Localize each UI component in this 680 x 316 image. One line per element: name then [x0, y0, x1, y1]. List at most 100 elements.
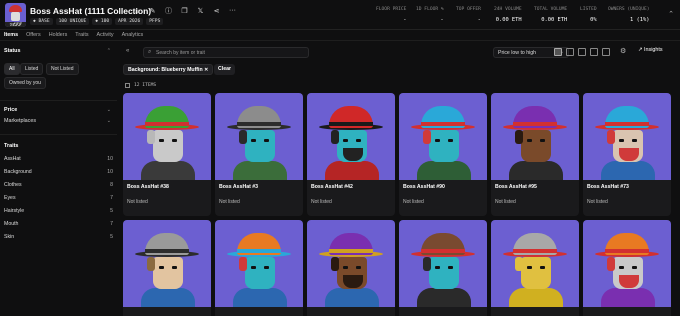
item-image[interactable]: [399, 93, 487, 180]
chevron-up-icon[interactable]: ⌃: [668, 10, 674, 18]
status-not-listed-button[interactable]: Not Listed: [46, 63, 79, 75]
more-icon[interactable]: ···: [228, 6, 237, 15]
stat-listed: LISTED 0%: [580, 7, 597, 23]
chevron-down-icon[interactable]: ⌄: [107, 107, 111, 113]
item-card[interactable]: Boss AssHat #90 Not listed: [399, 93, 487, 216]
status-all-button[interactable]: All: [4, 63, 20, 75]
item-name[interactable]: Boss AssHat #90: [403, 184, 445, 190]
trait-row-eyes[interactable]: Eyes 7: [4, 195, 113, 201]
items-count: 12 ITEMS: [125, 83, 156, 88]
header-right-controls: ⌃: [668, 10, 674, 18]
trait-row-asshat[interactable]: AssHat 10: [4, 156, 113, 162]
supply-chip: ◆ 100: [92, 18, 113, 25]
collection-chips: ◆ BASE 100 UNIQUE ◆ 100 APR 2026 PFPS: [30, 18, 164, 25]
trait-row-mouth[interactable]: Mouth 7: [4, 221, 113, 227]
item-name[interactable]: Boss AssHat #38: [127, 184, 169, 190]
header-actions: ☆ ✎ ⓘ ❐ 𝕏 ⋖ ···: [132, 6, 237, 15]
item-card[interactable]: [399, 220, 487, 316]
search-icon: ⌕: [148, 49, 152, 55]
trait-row-skin[interactable]: Skin 5: [4, 234, 113, 240]
settings-gear-icon[interactable]: ⚙: [620, 47, 626, 55]
insights-button[interactable]: ↗ Insights: [638, 47, 663, 53]
select-all-checkbox[interactable]: [125, 83, 130, 88]
search-box[interactable]: ⌕: [143, 47, 309, 58]
collapse-sidebar-icon[interactable]: «: [126, 48, 129, 54]
clear-filters-button[interactable]: Clear: [214, 64, 235, 75]
stat-total-volume: TOTAL VOLUME 0.00 ETH: [534, 7, 568, 23]
item-card[interactable]: [583, 220, 671, 316]
item-image[interactable]: [123, 220, 211, 307]
table-view-icon[interactable]: [602, 48, 610, 56]
active-filter-chip[interactable]: Background: Blueberry Muffin ✕: [123, 64, 214, 75]
status-listed-button[interactable]: Listed: [20, 63, 44, 75]
item-image[interactable]: [399, 220, 487, 307]
collection-header: ℬ𝒪𝒮𝒮 Boss AssHat (1111 Collection) ☆ ✎ ⓘ…: [0, 0, 680, 30]
item-image[interactable]: [307, 220, 395, 307]
chevron-down-icon[interactable]: ⌄: [107, 118, 111, 124]
status-title[interactable]: Status: [4, 48, 20, 54]
item-image[interactable]: [307, 93, 395, 180]
item-status: Not listed: [403, 199, 424, 205]
owned-by-you-button[interactable]: Owned by you: [4, 77, 46, 89]
search-input[interactable]: [156, 49, 306, 57]
item-status: Not listed: [495, 199, 516, 205]
divider: [0, 134, 117, 135]
sort-label: Price low to high: [498, 50, 537, 56]
unique-chip: 100 UNIQUE: [55, 18, 90, 25]
item-card[interactable]: Boss AssHat #42 Not listed: [307, 93, 395, 216]
item-card[interactable]: [307, 220, 395, 316]
item-card[interactable]: [491, 220, 579, 316]
items-main: « ⌕ Price low to high ⌄ ⚙ ↗ Insights Bac…: [120, 42, 680, 316]
close-icon[interactable]: ✕: [204, 67, 208, 73]
category-chip[interactable]: PFPS: [146, 18, 164, 25]
grid-small-view-icon[interactable]: [578, 48, 586, 56]
chain-chip: ◆ BASE: [30, 18, 53, 25]
item-name[interactable]: Boss AssHat #42: [311, 184, 353, 190]
edit-icon[interactable]: ✎: [148, 6, 157, 15]
item-image[interactable]: [583, 93, 671, 180]
grid-medium-view-icon[interactable]: [566, 48, 574, 56]
item-image[interactable]: [215, 220, 303, 307]
item-image[interactable]: [491, 220, 579, 307]
collection-logo: ℬ𝒪𝒮𝒮: [5, 3, 26, 27]
item-name[interactable]: Boss AssHat #73: [587, 184, 629, 190]
item-name[interactable]: Boss AssHat #95: [495, 184, 537, 190]
item-card[interactable]: Boss AssHat #3 Not listed: [215, 93, 303, 216]
copy-icon[interactable]: ❐: [180, 6, 189, 15]
trait-row-clothes[interactable]: Clothes 8: [4, 182, 113, 188]
item-card[interactable]: Boss AssHat #38 Not listed: [123, 93, 211, 216]
trait-row-hairstyle[interactable]: Hairstyle 5: [4, 208, 113, 214]
item-card[interactable]: [123, 220, 211, 316]
grid-large-view-icon[interactable]: [554, 48, 562, 56]
stat-top-offer: TOP OFFER -: [456, 7, 481, 23]
item-name[interactable]: Boss AssHat #3: [219, 184, 258, 190]
price-title[interactable]: Price: [4, 107, 17, 113]
item-card[interactable]: Boss AssHat #73 Not listed: [583, 93, 671, 216]
date-chip: APR 2026: [115, 18, 144, 25]
stat-1d-floor: 1D FLOOR % -: [416, 7, 444, 23]
item-card[interactable]: [215, 220, 303, 316]
item-image[interactable]: [215, 93, 303, 180]
divider: [0, 100, 117, 101]
item-image[interactable]: [491, 93, 579, 180]
x-icon[interactable]: 𝕏: [196, 6, 205, 15]
item-status: Not listed: [127, 199, 148, 205]
share-icon[interactable]: ⋖: [212, 6, 221, 15]
item-image[interactable]: [123, 93, 211, 180]
trait-row-background[interactable]: Background 10: [4, 169, 113, 175]
traits-title[interactable]: Traits: [4, 143, 18, 149]
chevron-up-icon[interactable]: ⌃: [107, 48, 111, 54]
stat-owners: OWNERS (UNIQUE) 1 (1%): [608, 7, 650, 23]
view-switcher: [554, 48, 610, 56]
filter-sidebar: Status ⌃ All Listed Not Listed Owned by …: [0, 42, 117, 316]
star-icon[interactable]: ☆: [132, 6, 141, 15]
item-status: Not listed: [311, 199, 332, 205]
info-icon[interactable]: ⓘ: [164, 6, 173, 15]
item-card[interactable]: Boss AssHat #95 Not listed: [491, 93, 579, 216]
list-view-icon[interactable]: [590, 48, 598, 56]
stat-24h-volume: 24H VOLUME 0.00 ETH: [494, 7, 522, 23]
marketplaces-title[interactable]: Marketplaces: [4, 118, 36, 124]
item-status: Not listed: [587, 199, 608, 205]
item-image[interactable]: [583, 220, 671, 307]
stat-floor-price: FLOOR PRICE -: [376, 7, 407, 23]
